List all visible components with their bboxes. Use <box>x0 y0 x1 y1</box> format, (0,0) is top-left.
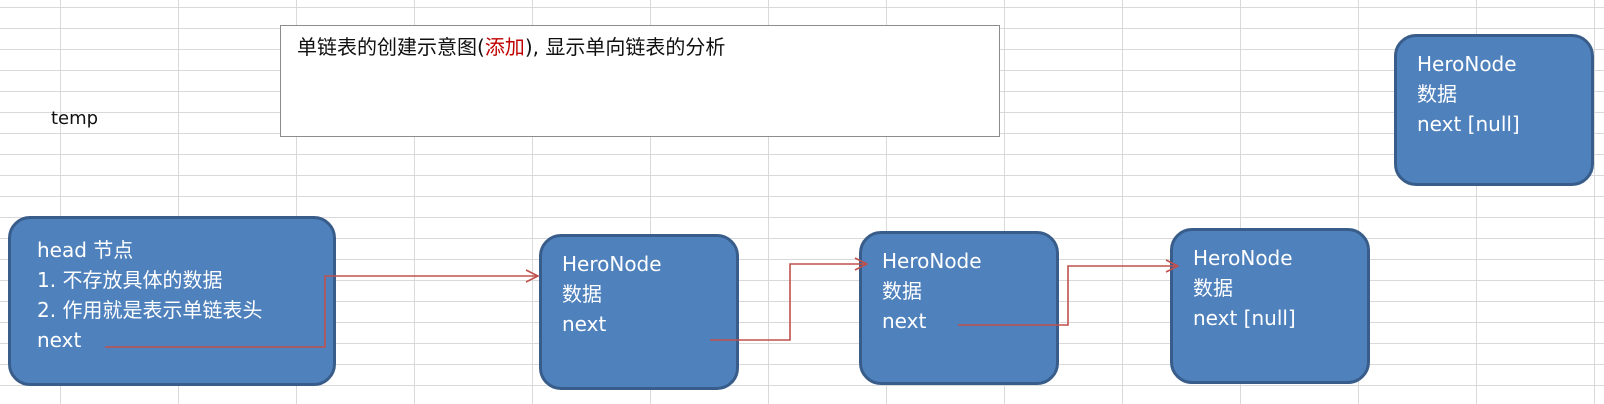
hero-node-1-next: next <box>562 312 607 336</box>
temp-label: temp <box>51 108 99 129</box>
hero-node-1-title: HeroNode <box>562 252 662 276</box>
head-node-next: next <box>37 328 82 352</box>
title-text-before: 单链表的创建示意图( <box>297 35 485 59</box>
head-node-title: head 节点 <box>37 238 134 262</box>
title-text-after: ), 显示单向链表的分析 <box>524 35 726 59</box>
hero-node-new-data: 数据 <box>1417 82 1457 106</box>
hero-node-3-title: HeroNode <box>1193 246 1293 270</box>
hero-node-3: HeroNode 数据 next [null] <box>1170 228 1370 384</box>
hero-node-1-data: 数据 <box>562 282 602 306</box>
hero-node-3-next: next [null] <box>1193 306 1296 330</box>
hero-node-3-data: 数据 <box>1193 276 1233 300</box>
hero-node-2-data: 数据 <box>882 279 922 303</box>
hero-node-new: HeroNode 数据 next [null] <box>1394 34 1594 186</box>
head-node: head 节点 1. 不存放具体的数据 2. 作用就是表示单链表头 next <box>8 216 336 386</box>
title-box: 单链表的创建示意图(添加), 显示单向链表的分析 <box>280 25 1000 137</box>
hero-node-new-title: HeroNode <box>1417 52 1517 76</box>
title-text-highlight: 添加 <box>484 35 525 59</box>
hero-node-1: HeroNode 数据 next <box>539 234 739 390</box>
head-node-line-2: 2. 作用就是表示单链表头 <box>37 298 263 322</box>
head-node-line-1: 1. 不存放具体的数据 <box>37 268 223 292</box>
hero-node-new-next: next [null] <box>1417 112 1520 136</box>
hero-node-2-title: HeroNode <box>882 249 982 273</box>
hero-node-2-next: next <box>882 309 927 333</box>
hero-node-2: HeroNode 数据 next <box>859 231 1059 385</box>
